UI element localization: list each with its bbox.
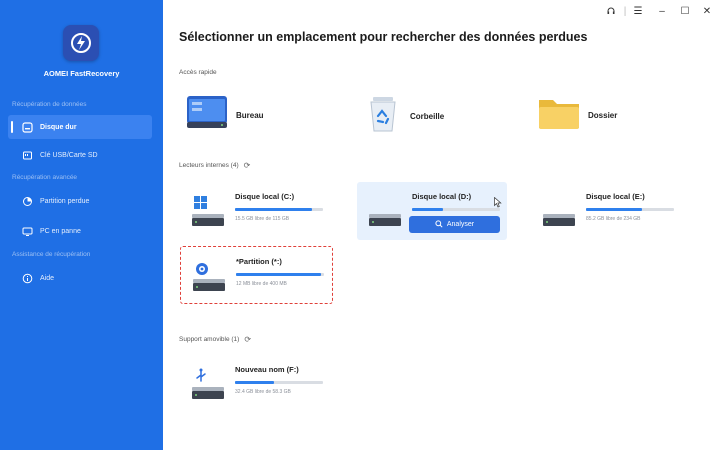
drive-usage-bar (236, 273, 324, 276)
sidebar: AOMEI FastRecovery Récupération de donné… (0, 0, 163, 450)
active-indicator (11, 121, 13, 133)
scan-button[interactable]: Analyser (409, 216, 500, 233)
quick-access-label-text: Accès rapide (179, 69, 217, 76)
headset-icon[interactable] (604, 6, 618, 20)
drive-card-e[interactable]: Disque local (E:) 85.2 GB libre de 234 G… (531, 182, 681, 240)
internal-drives-label: Lecteurs internes (4) ⟳ (179, 161, 250, 170)
drive-name: Disque local (D:) (412, 192, 472, 201)
drive-size: 32.4 GB libre de 58.3 GB (235, 389, 291, 395)
sidebar-item-crashed-pc[interactable]: PC en panne (8, 219, 152, 243)
quick-item-label: Corbeille (410, 112, 445, 121)
quick-item-label: Dossier (588, 111, 618, 120)
drive-usage-fill (235, 208, 313, 211)
quick-item-folder[interactable]: Dossier (538, 94, 617, 137)
sidebar-item-usb-card[interactable]: Clé USB/Carte SD (8, 143, 152, 167)
drive-icon (543, 194, 575, 230)
help-icon (20, 271, 34, 285)
maximize-icon[interactable]: ☐ (678, 6, 692, 18)
internal-drives-label-text: Lecteurs internes (4) (179, 162, 239, 169)
drive-card-d[interactable]: Disque local (D:) Analyser (357, 182, 507, 240)
app-name: AOMEI FastRecovery (43, 69, 120, 78)
refresh-icon[interactable]: ⟳ (244, 161, 251, 170)
minimize-icon[interactable]: – (655, 6, 669, 18)
quick-access-label: Accès rapide (179, 69, 217, 76)
section-label-data-recovery: Récupération de données (12, 101, 87, 108)
drive-icon (369, 194, 401, 230)
mouse-cursor-icon (494, 195, 502, 213)
drive-usage-bar (412, 208, 500, 211)
partition-drive-icon (193, 259, 225, 295)
removable-label-text: Support amovible (1) (179, 336, 240, 343)
sidebar-item-label: Clé USB/Carte SD (40, 151, 98, 159)
drive-usage-bar (586, 208, 674, 211)
drive-usage-bar (235, 208, 323, 211)
drive-name: Disque local (C:) (235, 192, 295, 201)
scan-button-label: Analyser (446, 221, 475, 228)
drive-card-c[interactable]: Disque local (C:) 15.5 GB libre de 115 G… (180, 182, 330, 240)
menu-icon[interactable]: ☰ (631, 6, 645, 18)
app-logo-icon (63, 25, 99, 61)
crashed-pc-icon (20, 224, 34, 238)
sidebar-item-lost-partition[interactable]: Partition perdue (8, 189, 152, 213)
window-controls-divider: | (623, 6, 627, 17)
desktop-icon (186, 94, 228, 137)
drive-size: 85.2 GB libre de 234 GB (586, 216, 641, 222)
sidebar-item-hard-drive[interactable]: Disque dur (8, 115, 152, 139)
drive-usage-fill (236, 273, 322, 276)
hard-drive-icon (20, 120, 34, 134)
section-label-advanced-recovery: Récupération avancée (12, 174, 78, 181)
drive-usage-bar (235, 381, 323, 384)
close-icon[interactable]: ✕ (700, 6, 714, 18)
removable-label: Support amovible (1) ⟳ (179, 335, 251, 344)
sidebar-item-label: Aide (40, 274, 55, 282)
drive-card-partition[interactable]: *Partition (*:) 12 MB libre de 400 MB (180, 246, 333, 304)
usb-drive-icon (192, 367, 224, 403)
sidebar-item-label: PC en panne (40, 227, 81, 235)
sidebar-item-help[interactable]: Aide (8, 266, 152, 290)
sidebar-item-label: Disque dur (40, 123, 77, 131)
refresh-icon[interactable]: ⟳ (244, 335, 251, 344)
sidebar-item-label: Partition perdue (40, 197, 90, 205)
drive-size: 12 MB libre de 400 MB (236, 281, 287, 287)
drive-name: Nouveau nom (F:) (235, 365, 299, 374)
recycle-bin-icon (364, 94, 402, 139)
drive-name: *Partition (*:) (236, 257, 282, 266)
page-title: Sélectionner un emplacement pour recherc… (179, 30, 588, 44)
search-icon (435, 219, 443, 230)
section-label-recovery-assistance: Assistance de récupération (12, 251, 91, 258)
quick-item-desktop[interactable]: Bureau (186, 94, 264, 137)
drive-card-f[interactable]: Nouveau nom (F:) 32.4 GB libre de 58.3 G… (180, 355, 330, 413)
drive-usage-fill (412, 208, 443, 211)
drive-size: 15.5 GB libre de 115 GB (235, 216, 290, 222)
drive-usage-fill (235, 381, 274, 384)
drive-name: Disque local (E:) (586, 192, 645, 201)
lost-partition-icon (20, 194, 34, 208)
quick-item-label: Bureau (236, 111, 264, 120)
folder-icon (538, 94, 580, 137)
windows-drive-icon (192, 194, 224, 230)
quick-item-recycle-bin[interactable]: Corbeille (364, 94, 444, 139)
usb-card-icon (20, 148, 34, 162)
drive-usage-fill (586, 208, 643, 211)
